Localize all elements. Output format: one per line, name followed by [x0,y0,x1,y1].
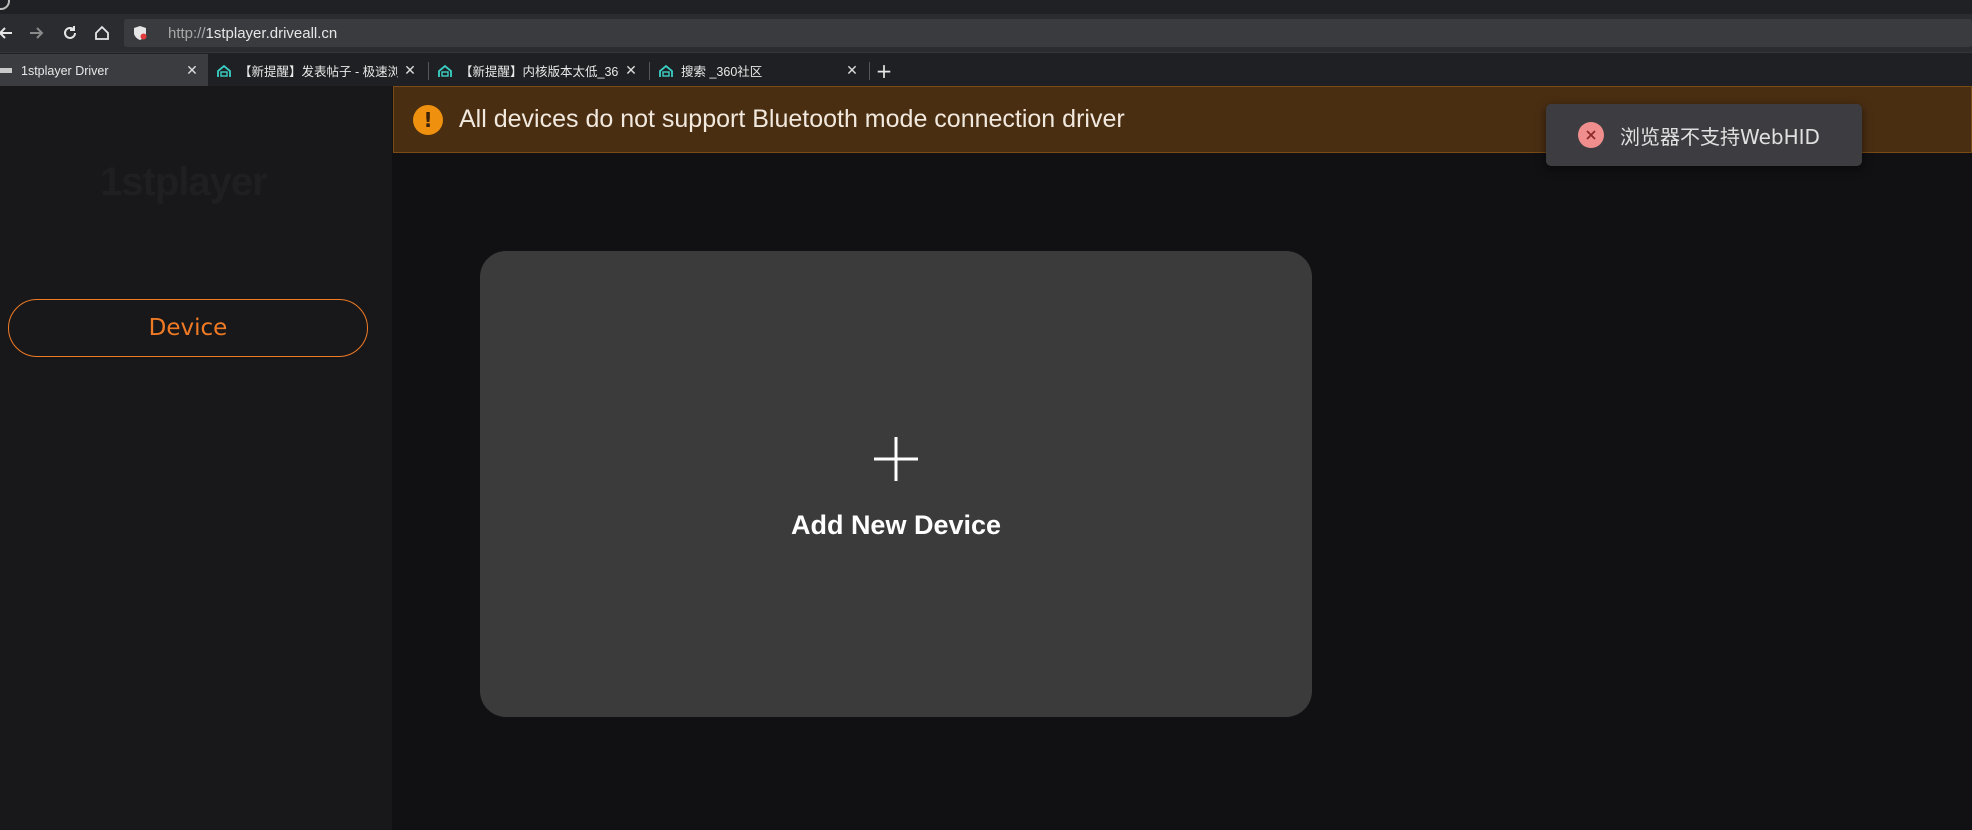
tab-label: 1stplayer Driver [21,63,109,78]
url-text[interactable]: http://1stplayer.driveall.cn [168,25,337,42]
add-new-device-label: Add New Device [790,509,1002,540]
brand-logo: 1stplayer [100,160,268,204]
error-toast: 浏览器不支持WebHID [1546,104,1862,166]
tab-separator [869,62,870,80]
browser-logo-icon [0,0,10,10]
toast-message: 浏览器不支持WebHID [1620,124,1820,149]
tab-search-360[interactable]: 搜索 _360社区 ✕ [652,54,868,87]
360-community-icon [658,63,674,79]
error-close-icon[interactable] [1578,122,1604,148]
app-sidebar: 1stplayer Device [0,86,392,830]
tab-forum-post[interactable]: 【新提醒】发表帖子 - 极速浏 ✕ [210,54,426,87]
browser-toolbar: http://1stplayer.driveall.cn [0,14,1972,52]
add-new-device-card[interactable]: Add New Device [480,251,1312,717]
tab-1stplayer-driver[interactable]: 1stplayer Driver ✕ [0,54,208,87]
reload-icon[interactable] [58,21,82,45]
forward-icon[interactable] [24,21,48,45]
new-tab-button[interactable]: + [872,59,896,83]
tab-close-icon[interactable]: ✕ [402,63,418,79]
tab-label: 搜索 _360社区 [681,65,763,79]
url-host: 1stplayer.driveall.cn [205,25,338,42]
tab-separator [428,62,429,80]
site-favicon-icon [0,63,14,79]
360-community-icon [216,63,232,79]
tab-close-icon[interactable]: ✕ [184,63,200,79]
tab-separator [649,62,650,80]
tab-label: 【新提醒】内核版本太低_360 [460,65,619,79]
address-bar[interactable]: http://1stplayer.driveall.cn [124,19,1972,47]
360-community-icon [437,63,453,79]
home-icon[interactable] [90,21,114,45]
url-protocol: http:// [168,25,206,42]
exclamation-icon: ! [413,104,443,135]
tab-kernel-version[interactable]: 【新提醒】内核版本太低_360 ✕ [431,54,647,87]
back-icon[interactable] [0,21,18,45]
plus-icon [873,436,919,482]
tab-close-icon[interactable]: ✕ [623,63,639,79]
tab-label: 【新提醒】发表帖子 - 极速浏 [239,65,398,79]
nav-device-button[interactable]: Device [8,299,368,357]
warning-text: All devices do not support Bluetooth mod… [459,105,1125,133]
tab-strip: 1stplayer Driver ✕ 【新提醒】发表帖子 - 极速浏 ✕ 【新提… [0,52,1972,87]
security-shield-icon[interactable] [132,25,148,41]
browser-titlebar [0,0,1972,14]
tab-close-icon[interactable]: ✕ [844,63,860,79]
